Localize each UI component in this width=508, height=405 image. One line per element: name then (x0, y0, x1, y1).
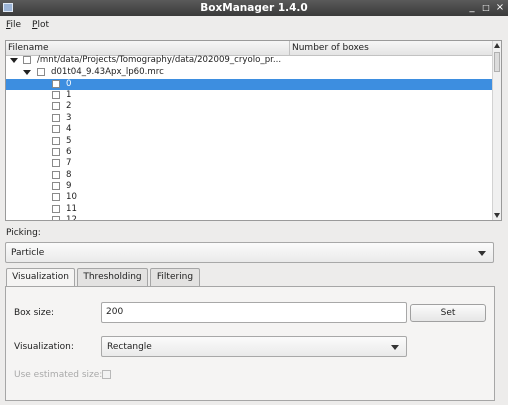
minimize-button[interactable]: _ (466, 1, 478, 14)
use-estimated-size-checkbox[interactable] (102, 370, 111, 379)
tab-visualization[interactable]: Visualization (6, 268, 75, 287)
tab-thresholding[interactable]: Thresholding (77, 268, 148, 286)
box-size-label: Box size: (14, 308, 55, 318)
checkbox[interactable] (52, 114, 60, 122)
menu-bar: File Plot (0, 16, 508, 35)
tree-row-file[interactable]: d01t04_9.43Apx_lp60.mrc (6, 67, 493, 78)
column-filename[interactable]: Filename (8, 43, 49, 53)
tree-row-slice[interactable]: 6 (6, 147, 493, 158)
expand-arrow-icon[interactable] (10, 58, 18, 63)
title-bar: BoxManager 1.4.0 _ □ × (0, 0, 508, 16)
tree-row-label: 0 (66, 79, 72, 89)
checkbox[interactable] (52, 159, 60, 167)
set-button[interactable]: Set (410, 304, 486, 322)
chevron-down-icon (478, 251, 486, 256)
checkbox[interactable] (52, 216, 60, 220)
checkbox[interactable] (52, 91, 60, 99)
checkbox[interactable] (52, 125, 60, 133)
maximize-button[interactable]: □ (480, 1, 492, 14)
scroll-down-icon[interactable] (494, 213, 500, 218)
tree-row-label: /mnt/data/Projects/Tomography/data/20200… (37, 55, 282, 65)
menu-plot[interactable]: Plot (32, 20, 49, 30)
tree-row-slice[interactable]: 5 (6, 136, 493, 147)
checkbox[interactable] (52, 182, 60, 190)
checkbox[interactable] (52, 171, 60, 179)
tree-row-slice[interactable]: 3 (6, 113, 493, 124)
tree-row-label: 1 (66, 90, 72, 100)
tree-row-root[interactable]: /mnt/data/Projects/Tomography/data/20200… (6, 55, 493, 66)
tree-row-label: 10 (66, 192, 77, 202)
tree-row-label: 6 (66, 147, 72, 157)
tree-row-slice[interactable]: 9 (6, 181, 493, 192)
window-title: BoxManager 1.4.0 (200, 2, 308, 14)
expand-arrow-icon[interactable] (23, 70, 31, 75)
menu-plot-label: lot (37, 20, 49, 30)
picking-label: Picking: (6, 228, 41, 238)
checkbox[interactable] (37, 68, 45, 76)
checkbox[interactable] (52, 102, 60, 110)
tree-row-label: 7 (66, 158, 72, 168)
tree-row-slice[interactable]: 0 (6, 79, 493, 90)
visualization-label: Visualization: (14, 342, 74, 352)
tab-filtering[interactable]: Filtering (150, 268, 200, 286)
tree-row-label: 12 (66, 215, 77, 221)
tree-row-label: 2 (66, 101, 72, 111)
use-estimated-size-label: Use estimated size: (14, 370, 103, 380)
tree-row-label: 5 (66, 136, 72, 146)
chevron-down-icon (391, 345, 399, 350)
tree-row-slice[interactable]: 4 (6, 124, 493, 135)
file-tree[interactable]: Filename Number of boxes /mnt/data/Proje… (5, 40, 502, 221)
column-divider[interactable] (289, 41, 290, 55)
tree-row-slice[interactable]: 8 (6, 170, 493, 181)
tree-row-label: 8 (66, 170, 72, 180)
menu-file[interactable]: File (6, 20, 21, 30)
tree-row-slice[interactable]: 11 (6, 204, 493, 215)
tree-row-label: d01t04_9.43Apx_lp60.mrc (51, 67, 164, 77)
tree-row-slice[interactable]: 7 (6, 158, 493, 169)
tree-row-slice[interactable]: 12 (6, 215, 493, 221)
tree-row-label: 9 (66, 181, 72, 191)
column-number-of-boxes[interactable]: Number of boxes (292, 43, 369, 53)
picking-dropdown-value: Particle (11, 248, 45, 258)
close-button[interactable]: × (494, 1, 506, 14)
box-size-value: 200 (106, 307, 124, 317)
visualization-dropdown-value: Rectangle (107, 342, 152, 352)
tree-row-label: 3 (66, 113, 72, 123)
visualization-dropdown[interactable]: Rectangle (101, 336, 407, 357)
checkbox[interactable] (52, 137, 60, 145)
menu-file-label: ile (10, 20, 22, 30)
tree-scrollbar[interactable] (492, 41, 501, 220)
tree-row-slice[interactable]: 10 (6, 192, 493, 203)
checkbox[interactable] (52, 80, 60, 88)
checkbox[interactable] (52, 205, 60, 213)
checkbox[interactable] (52, 148, 60, 156)
tree-row-label: 4 (66, 124, 72, 134)
tree-row-label: 11 (66, 204, 77, 214)
scroll-up-icon[interactable] (494, 43, 500, 48)
scroll-thumb[interactable] (494, 52, 500, 72)
checkbox[interactable] (23, 56, 31, 64)
box-size-input[interactable]: 200 (101, 302, 407, 323)
tree-header: Filename Number of boxes (6, 41, 493, 56)
tree-row-slice[interactable]: 2 (6, 101, 493, 112)
picking-dropdown[interactable]: Particle (5, 242, 494, 263)
tree-row-slice[interactable]: 1 (6, 90, 493, 101)
checkbox[interactable] (52, 193, 60, 201)
